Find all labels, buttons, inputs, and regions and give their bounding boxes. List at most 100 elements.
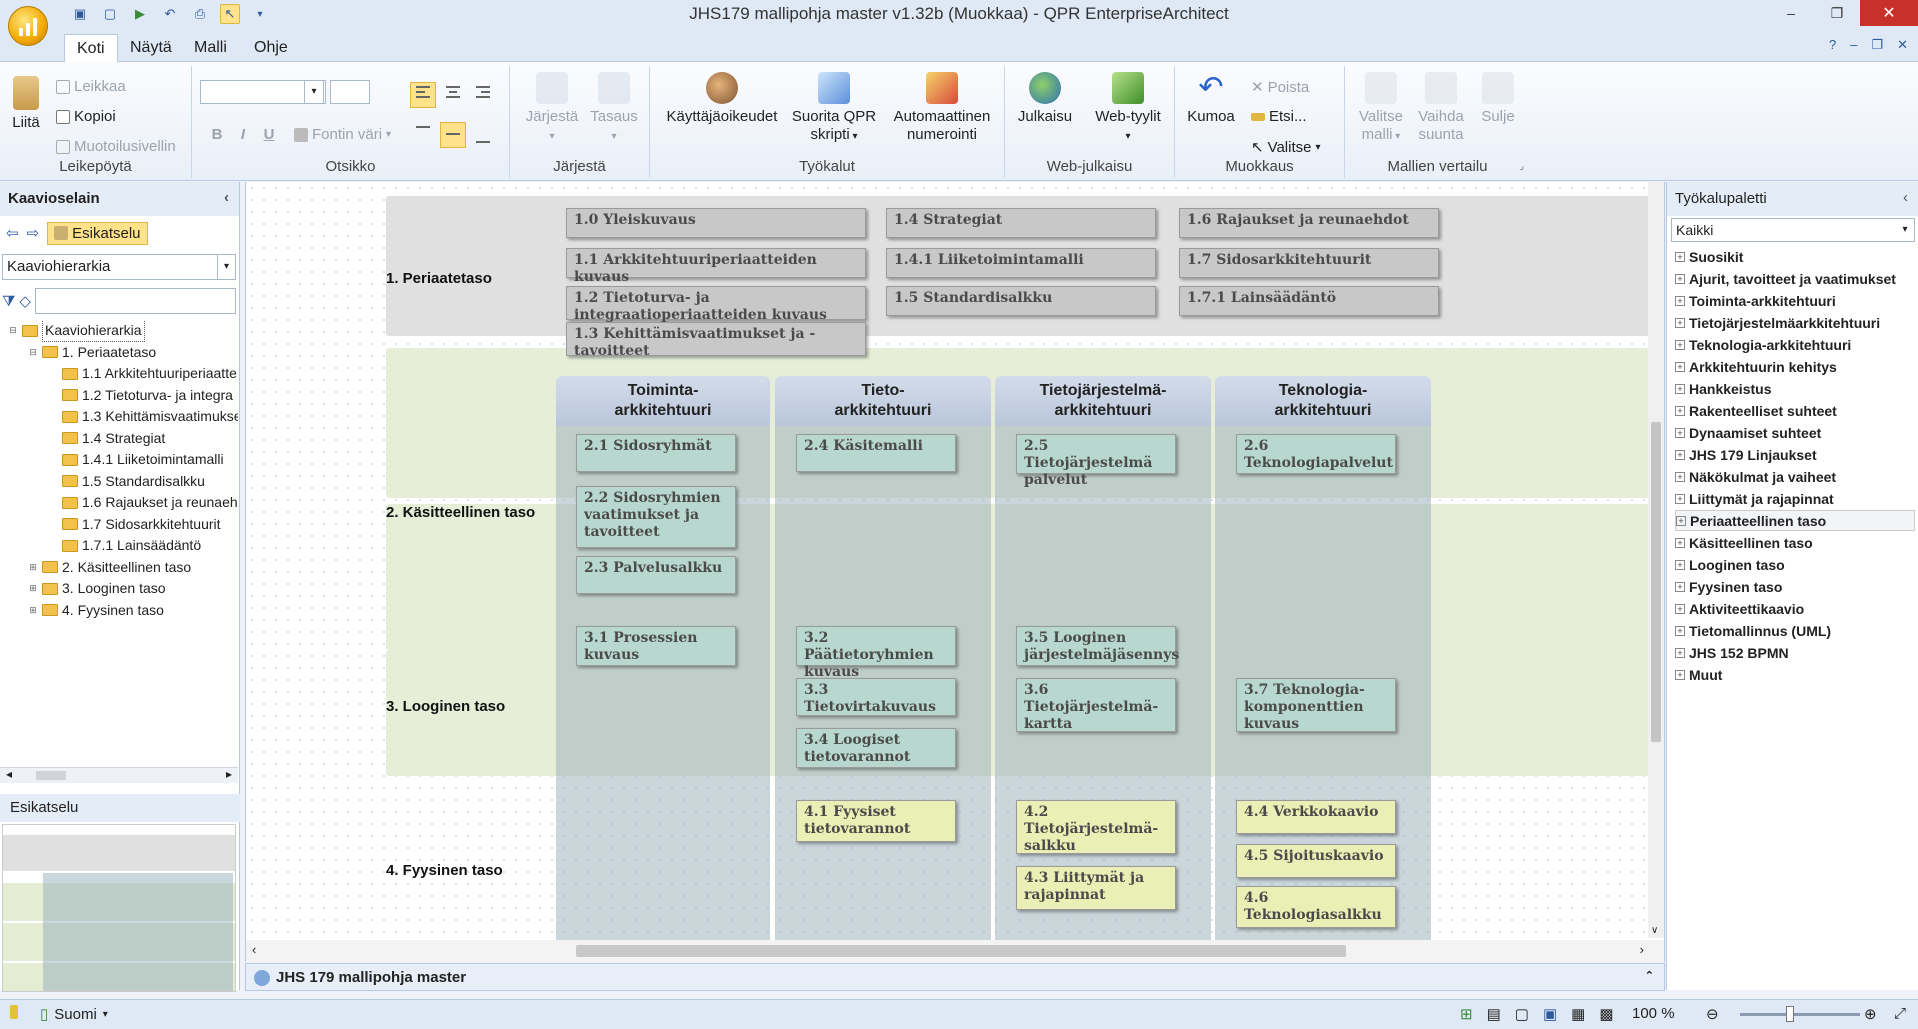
diagram-box[interactable]: 2.5 Tietojärjestelmä palvelut: [1016, 434, 1176, 488]
palette-category[interactable]: + Dynaamiset suhteet: [1675, 422, 1915, 443]
close-button[interactable]: ✕: [1860, 0, 1918, 26]
auto-numbering-button[interactable]: Automaattinen numerointi: [884, 72, 1000, 144]
canvas-scroll-left-icon[interactable]: ‹: [252, 942, 256, 957]
expand-icon[interactable]: +: [1675, 449, 1685, 460]
tree-item[interactable]: 1.4 Strategiat: [48, 428, 165, 449]
diagram-box[interactable]: 1.4.1 Liiketoimintamalli: [886, 248, 1156, 278]
expand-icon[interactable]: +: [1675, 625, 1685, 636]
tree-item[interactable]: ⊟ Kaaviohierarkia: [8, 320, 145, 342]
align-right-icon[interactable]: [470, 82, 496, 108]
publish-button[interactable]: Julkaisu: [1011, 72, 1079, 126]
layout-view-icon[interactable]: ▦: [1571, 1005, 1585, 1023]
minimize-button[interactable]: –: [1768, 0, 1814, 26]
tree-item[interactable]: ⊞ 4. Fyysinen taso: [28, 600, 164, 621]
column-header[interactable]: Toiminta- arkkitehtuuri: [556, 376, 770, 426]
diagram-box[interactable]: 1.1 Arkkitehtuuriperiaatteiden kuvaus: [566, 248, 866, 285]
column-header[interactable]: Tieto- arkkitehtuuri: [775, 376, 991, 426]
expand-icon[interactable]: +: [1675, 493, 1685, 504]
expand-icon[interactable]: +: [1675, 603, 1685, 614]
expand-icon[interactable]: +: [1675, 361, 1685, 372]
diagram-box[interactable]: 2.1 Sidosryhmät: [576, 434, 736, 472]
expand-icon[interactable]: +: [1675, 581, 1685, 592]
tree-item[interactable]: 1.1 Arkkitehtuuriperiaatte: [48, 363, 237, 384]
palette-category[interactable]: + Liittymät ja rajapinnat: [1675, 488, 1915, 509]
collapse-left-icon[interactable]: ‹: [224, 189, 229, 206]
palette-category[interactable]: + Ajurit, tavoitteet ja vaatimukset: [1675, 268, 1915, 289]
diagram-box[interactable]: 3.5 Looginen järjestelmäjäsennys: [1016, 626, 1179, 666]
tree-item[interactable]: ⊞ 3. Looginen taso: [28, 578, 165, 599]
tree-item[interactable]: ⊟ 1. Periaatetaso: [28, 342, 156, 363]
tree-item[interactable]: 1.7 Sidosarkkitehtuurit: [48, 514, 221, 535]
diagram-preview-thumbnail[interactable]: [2, 824, 236, 992]
expand-icon[interactable]: +: [1675, 647, 1685, 658]
tab-koti[interactable]: Koti: [64, 34, 118, 63]
diagram-box[interactable]: 4.5 Sijoituskaavio: [1236, 844, 1396, 878]
dialog-launcher-icon[interactable]: ⌟: [1519, 161, 1524, 172]
expand-icon[interactable]: +: [1675, 559, 1685, 570]
diagram-box[interactable]: 1.2 Tietoturva- ja integraatioperiaattei…: [566, 286, 866, 323]
palette-category[interactable]: + JHS 179 Linjaukset: [1675, 444, 1915, 465]
canvas-vscroll-thumb[interactable]: [1651, 422, 1661, 742]
valign-middle-icon[interactable]: [440, 122, 466, 148]
scroll-right-icon[interactable]: ▸: [226, 767, 232, 781]
font-name-dropdown-icon[interactable]: ▾: [304, 80, 324, 104]
diagram-box[interactable]: 1.7.1 Lainsäädäntö: [1179, 286, 1439, 316]
tree-item[interactable]: 1.7.1 Lainsäädäntö: [48, 535, 201, 556]
palette-category[interactable]: + Looginen taso: [1675, 554, 1915, 575]
grid-view-icon[interactable]: ▩: [1599, 1005, 1613, 1023]
tree-item[interactable]: 1.4.1 Liiketoimintamalli: [48, 449, 224, 470]
diagram-box[interactable]: 1.0 Yleiskuvaus: [566, 208, 866, 238]
palette-category[interactable]: + Hankkeistus: [1675, 378, 1915, 399]
expand-icon[interactable]: +: [1675, 295, 1685, 306]
doc-close-icon[interactable]: ✕: [1897, 37, 1908, 53]
diagram-box[interactable]: 1.4 Strategiat: [886, 208, 1156, 238]
palette-category[interactable]: + Rakenteelliset suhteet: [1675, 400, 1915, 421]
diagram-box[interactable]: 1.6 Rajaukset ja reunaehdot: [1179, 208, 1439, 238]
bold-icon[interactable]: B: [206, 124, 228, 146]
expand-icon[interactable]: +: [1675, 669, 1685, 680]
diagram-box[interactable]: 1.3 Kehittämisvaatimukset ja -tavoitteet: [566, 322, 866, 359]
diagram-box[interactable]: 4.2 Tietojärjestelmä-salkku: [1016, 800, 1176, 854]
diagram-box[interactable]: 4.3 Liittymät ja rajapinnat: [1016, 866, 1176, 910]
collapse-node-icon[interactable]: ⊟: [8, 320, 18, 341]
doc-restore-icon[interactable]: ❐: [1871, 37, 1883, 53]
collapse-node-icon[interactable]: ⊟: [28, 342, 38, 363]
diagram-box[interactable]: 2.4 Käsitemalli: [796, 434, 956, 472]
help-icon[interactable]: ?: [1829, 37, 1836, 53]
palette-category[interactable]: + Fyysinen taso: [1675, 576, 1915, 597]
canvas-scroll-right-icon[interactable]: ›: [1640, 942, 1644, 957]
tree-scroll-thumb[interactable]: [36, 771, 66, 780]
filter-input[interactable]: [34, 288, 236, 314]
column-header[interactable]: Teknologia- arkkitehtuuri: [1215, 376, 1431, 426]
expand-icon[interactable]: ⌃: [1645, 969, 1654, 982]
expand-node-icon[interactable]: ⊞: [28, 600, 38, 621]
zoom-slider-thumb[interactable]: [1786, 1006, 1794, 1022]
arrange-button[interactable]: Järjestä ▾: [524, 72, 580, 146]
diagram-box[interactable]: 2.6 Teknologiapalvelut: [1236, 434, 1396, 474]
zoom-in-button[interactable]: ⊕: [1864, 1005, 1877, 1023]
palette-category[interactable]: + Periaatteellinen taso: [1675, 510, 1915, 531]
run-script-button[interactable]: Suorita QPR skripti ▾: [784, 72, 884, 146]
expand-icon[interactable]: +: [1675, 537, 1685, 548]
scroll-down-icon[interactable]: ∨: [1651, 925, 1658, 936]
expand-icon[interactable]: +: [1676, 515, 1686, 526]
diagram-box[interactable]: 3.2 Päätietoryhmien kuvaus: [796, 626, 956, 680]
column-header[interactable]: Tietojärjestelmä- arkkitehtuuri: [995, 376, 1211, 426]
palette-category[interactable]: + Toiminta-arkkitehtuuri: [1675, 290, 1915, 311]
forward-icon[interactable]: ⇨: [27, 224, 40, 242]
expand-icon[interactable]: +: [1675, 273, 1685, 284]
zoom-slider[interactable]: [1740, 1013, 1860, 1016]
align-button[interactable]: Tasaus ▾: [586, 72, 642, 146]
diagram-box[interactable]: 3.7 Teknologia-komponenttien kuvaus: [1236, 678, 1396, 732]
expand-icon[interactable]: +: [1675, 471, 1685, 482]
diagram-box[interactable]: 3.3 Tietovirtakuvaus: [796, 678, 956, 716]
diagram-box[interactable]: 1.5 Standardisalkku: [886, 286, 1156, 316]
cut-button[interactable]: Leikkaa: [56, 78, 126, 95]
valign-bottom-icon[interactable]: [470, 122, 496, 148]
diagram-box[interactable]: 2.3 Palvelusalkku: [576, 556, 736, 594]
web-styles-button[interactable]: Web-tyylit ▾: [1087, 72, 1169, 146]
image-view-icon[interactable]: ▣: [1543, 1005, 1557, 1023]
close-compare-button[interactable]: Sulje: [1473, 72, 1523, 126]
hierarchy-view-icon[interactable]: ⊞: [1460, 1005, 1473, 1023]
palette-category[interactable]: + Näkökulmat ja vaiheet: [1675, 466, 1915, 487]
